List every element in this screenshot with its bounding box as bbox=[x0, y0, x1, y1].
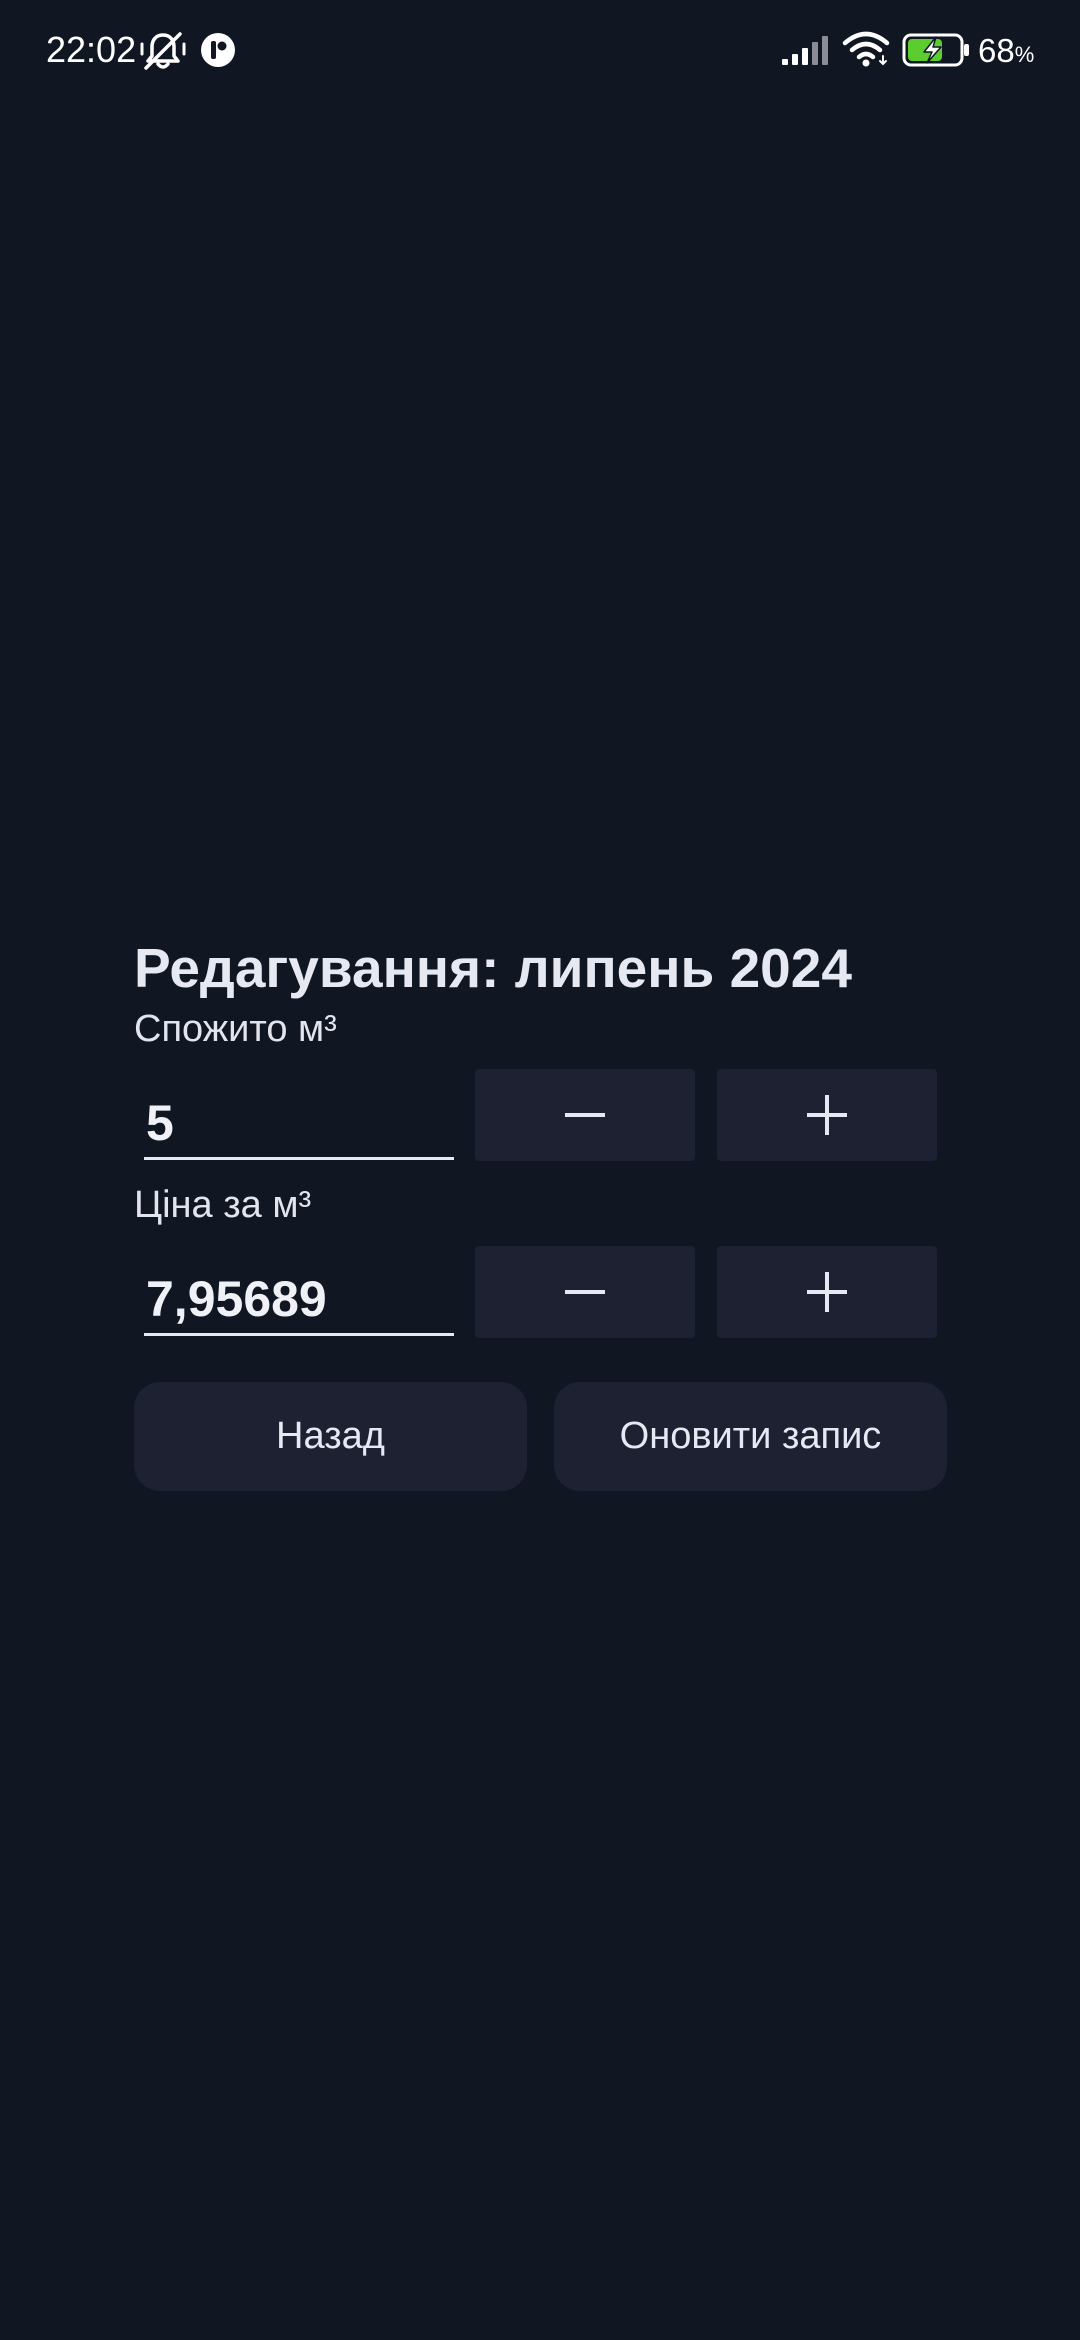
bell-muted-icon bbox=[140, 32, 186, 70]
back-button-label: Назад bbox=[276, 1415, 385, 1457]
minus-icon bbox=[565, 1290, 605, 1294]
price-increment-button[interactable] bbox=[717, 1246, 937, 1338]
price-decrement-button[interactable] bbox=[475, 1246, 695, 1338]
update-record-button-label: Оновити запис bbox=[619, 1415, 882, 1457]
app-notification-icon bbox=[201, 33, 235, 67]
status-time: 22:02 bbox=[46, 29, 137, 70]
consumed-decrement-button[interactable] bbox=[475, 1069, 695, 1161]
consumed-input[interactable] bbox=[144, 1089, 454, 1160]
price-input[interactable] bbox=[144, 1265, 454, 1336]
wifi-icon bbox=[842, 31, 890, 67]
update-record-button[interactable]: Оновити запис bbox=[554, 1382, 947, 1491]
cellular-signal-icon bbox=[782, 36, 828, 65]
page-title: Редагування: липень 2024 bbox=[134, 937, 852, 999]
battery-charging-icon bbox=[902, 33, 969, 67]
back-button[interactable]: Назад bbox=[134, 1382, 527, 1491]
plus-icon bbox=[807, 1272, 847, 1312]
battery-percentage: 68% bbox=[978, 32, 1035, 69]
edit-record-screen: 22:02 68% Редагування: липень 2024 Спожи… bbox=[0, 0, 1080, 2340]
consumed-label: Спожито м³ bbox=[134, 1008, 337, 1050]
price-label: Ціна за м³ bbox=[134, 1184, 312, 1226]
minus-icon bbox=[565, 1113, 605, 1117]
status-bar: 22:02 68% bbox=[0, 0, 1080, 100]
consumed-increment-button[interactable] bbox=[717, 1069, 937, 1161]
plus-icon bbox=[807, 1095, 847, 1135]
